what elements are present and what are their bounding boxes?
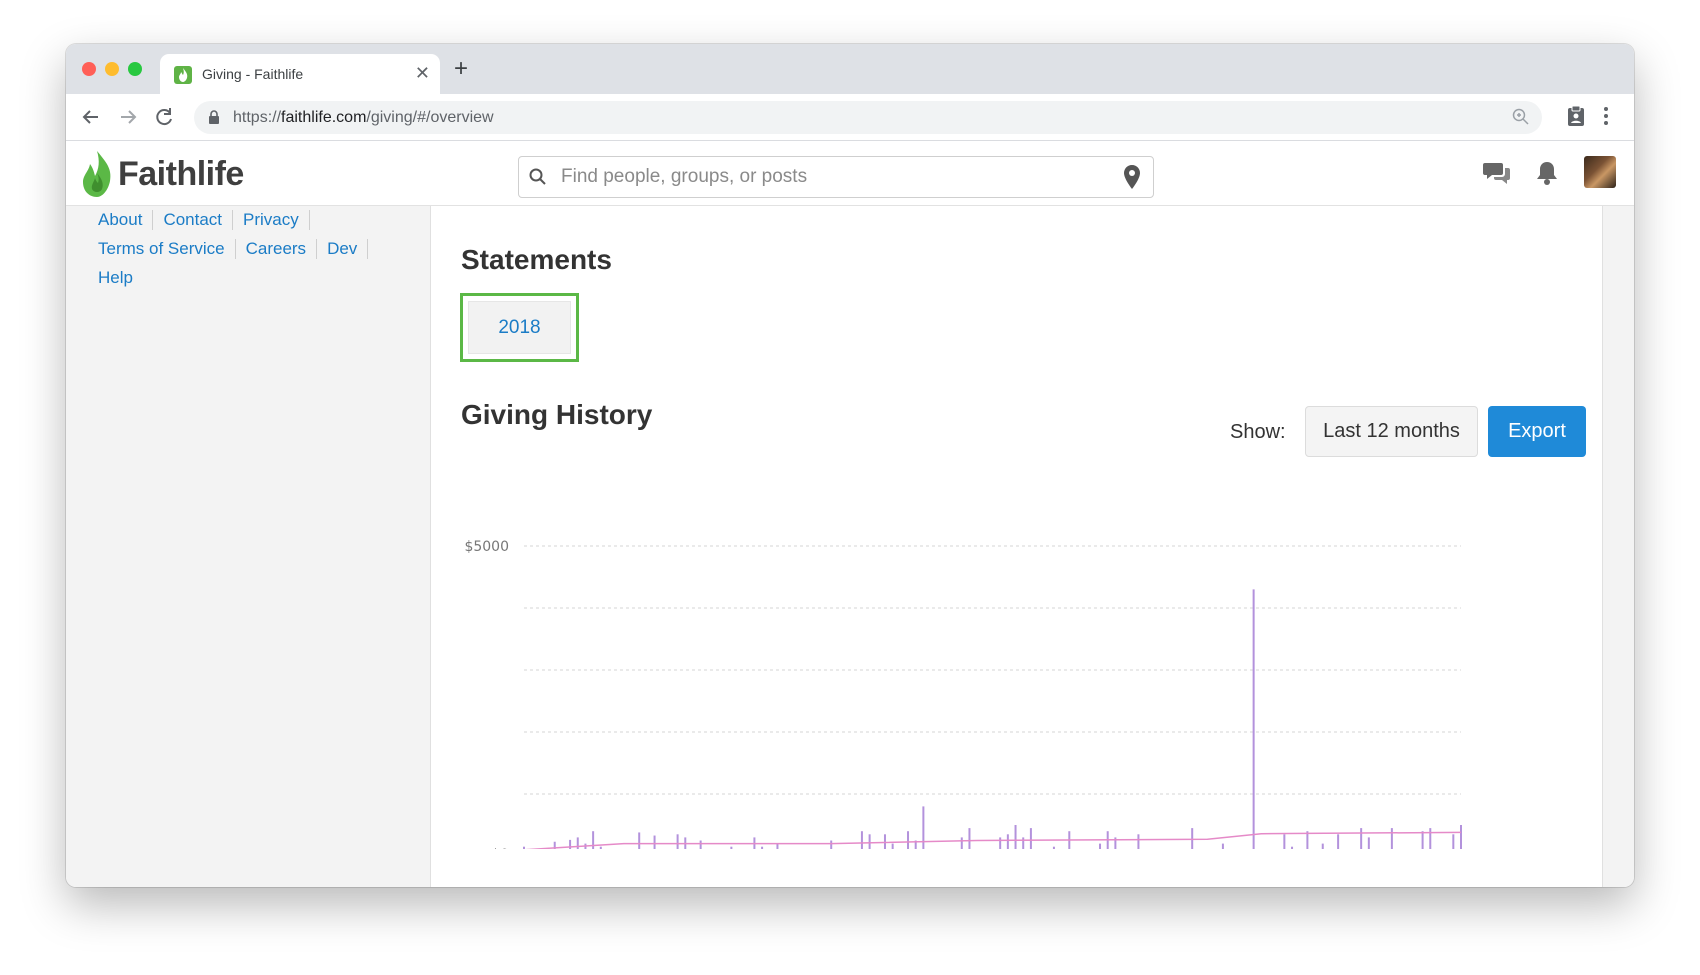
y-tick-label: $5000 <box>464 539 509 555</box>
range-select[interactable]: Last 12 months <box>1305 406 1478 457</box>
notifications-bell-icon[interactable] <box>1536 160 1558 191</box>
url-text: https://faithlife.com/giving/#/overview <box>233 109 494 126</box>
right-gutter <box>1602 206 1634 887</box>
chart-bars <box>523 589 1462 849</box>
minimize-window-button[interactable] <box>105 62 119 76</box>
zoom-icon[interactable] <box>1512 108 1530 131</box>
search-input[interactable] <box>559 163 1103 191</box>
search-icon <box>529 168 547 191</box>
footer-links: About Contact Privacy Terms of Service Care… <box>98 210 398 297</box>
help-link[interactable]: Help <box>98 268 143 288</box>
y-tick-label: $0 <box>491 847 509 849</box>
statement-highlight: 2018 <box>460 293 579 362</box>
browser-tab[interactable]: Giving - Faithlife ✕ <box>160 54 440 94</box>
statements-heading: Statements <box>461 244 612 275</box>
trend-line <box>524 831 1462 849</box>
chart-gridlines <box>524 545 1461 795</box>
maximize-window-button[interactable] <box>128 62 142 76</box>
export-button[interactable]: Export <box>1488 406 1586 457</box>
faithlife-logo[interactable]: Faithlife <box>118 155 244 194</box>
browser-window: Giving - Faithlife ✕ + https://faithlife… <box>66 44 1634 887</box>
address-bar[interactable]: https://faithlife.com/giving/#/overview <box>194 101 1542 134</box>
back-arrow-icon[interactable] <box>78 104 104 130</box>
show-label: Show: <box>1230 421 1286 443</box>
tab-close-icon[interactable]: ✕ <box>415 63 430 84</box>
statement-year-button[interactable]: 2018 <box>468 301 571 354</box>
close-window-button[interactable] <box>82 62 96 76</box>
faithlife-favicon-icon <box>174 66 192 84</box>
giving-history-chart: $5000 $0 MayJunJulAug <box>464 539 1462 849</box>
clipboard-extension-icon[interactable] <box>1566 105 1586 132</box>
tab-title: Giving - Faithlife <box>202 66 304 82</box>
sidebar: About Contact Privacy Terms of Service Care… <box>66 206 431 887</box>
contact-link[interactable]: Contact <box>153 210 234 230</box>
browser-menu-icon[interactable] <box>1603 106 1609 131</box>
forward-arrow-icon[interactable] <box>115 104 141 130</box>
new-tab-icon[interactable]: + <box>454 55 468 83</box>
site-search-box <box>518 156 1154 198</box>
about-link[interactable]: About <box>98 210 154 230</box>
site-header: Faithlife <box>66 141 1634 206</box>
privacy-link[interactable]: Privacy <box>233 210 310 230</box>
tab-strip: Giving - Faithlife ✕ + <box>66 44 1634 94</box>
main-content: Statements 2018 Giving History Show: Las… <box>431 206 1601 887</box>
dev-link[interactable]: Dev <box>317 239 369 259</box>
user-avatar[interactable] <box>1584 156 1616 188</box>
lock-icon <box>208 109 220 130</box>
faithlife-flame-icon[interactable] <box>80 151 114 202</box>
reload-icon[interactable] <box>151 104 177 130</box>
giving-history-heading: Giving History <box>461 399 653 430</box>
browser-toolbar: https://faithlife.com/giving/#/overview <box>66 94 1634 141</box>
messages-icon[interactable] <box>1483 160 1511 191</box>
terms-of-service-link[interactable]: Terms of Service <box>98 239 236 259</box>
location-pin-icon[interactable] <box>1123 165 1141 194</box>
careers-link[interactable]: Careers <box>236 239 318 259</box>
